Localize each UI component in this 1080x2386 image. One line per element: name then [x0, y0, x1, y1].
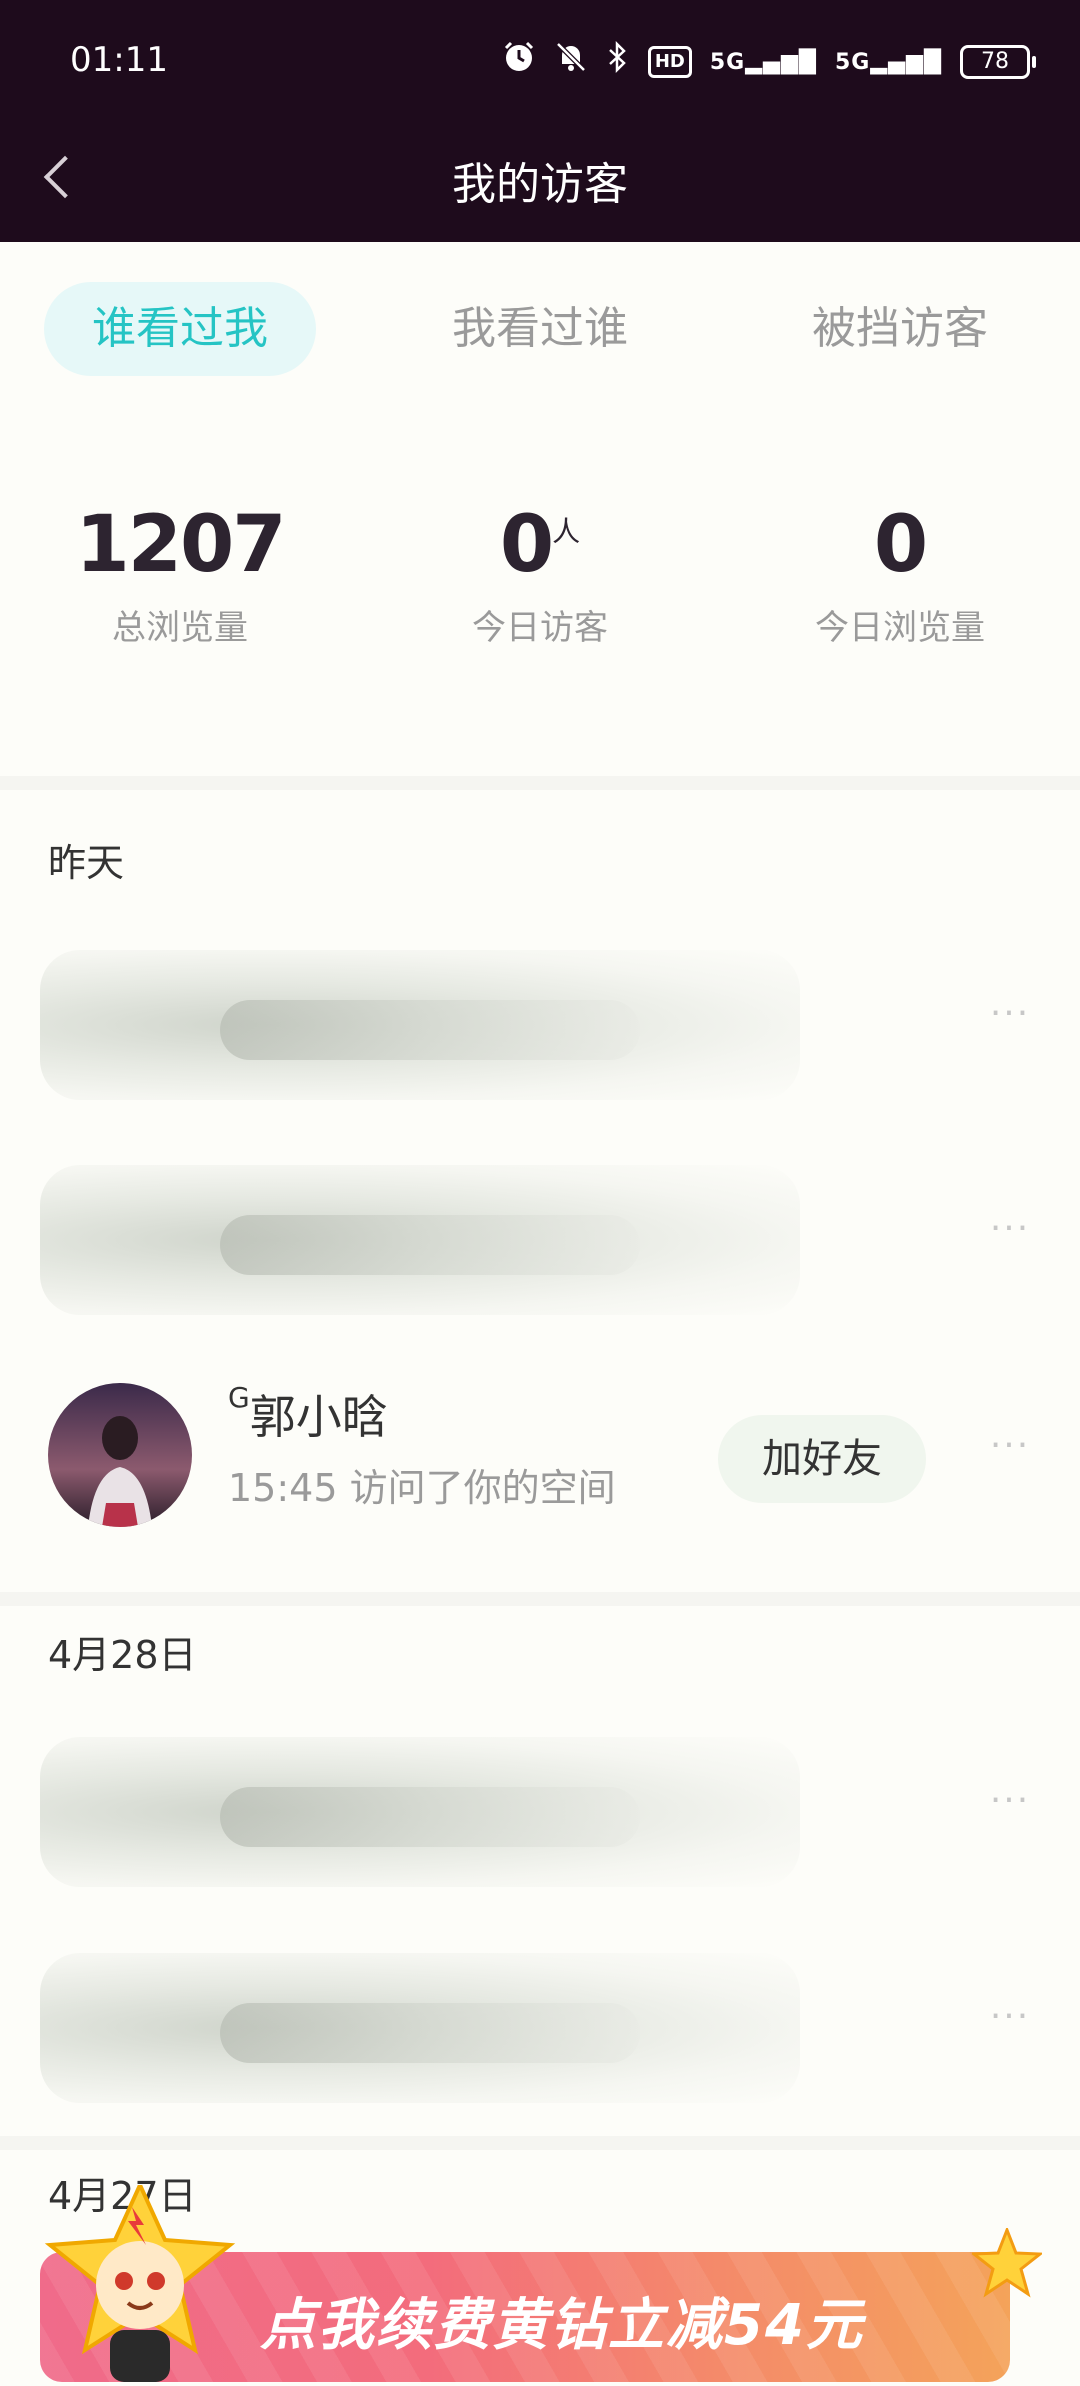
- visit-time: 15:45 访问了你的空间: [228, 1466, 616, 1510]
- add-friend-button[interactable]: 加好友: [718, 1415, 926, 1503]
- hd-icon: HD: [647, 46, 692, 78]
- stat-label: 今日浏览量: [815, 608, 985, 648]
- stat-label: 今日访客: [472, 608, 608, 648]
- more-icon[interactable]: ···: [980, 1780, 1040, 1840]
- more-icon[interactable]: ···: [980, 993, 1040, 1053]
- divider: [0, 1592, 1080, 1606]
- tab-who-viewed-me[interactable]: 谁看过我: [44, 282, 316, 376]
- battery-icon: 78: [960, 45, 1036, 79]
- list-item[interactable]: G郭小晗 15:45 访问了你的空间 加好友 ···: [0, 1345, 1080, 1565]
- nav-bar: 我的访客: [0, 120, 1080, 242]
- name-text: 郭小晗: [249, 1390, 388, 1444]
- page-title: 我的访客: [452, 159, 628, 210]
- divider: [0, 2136, 1080, 2150]
- stat-today-visitors: 0人 今日访客: [390, 500, 690, 649]
- signal-5g-icon: 5G▂▄▆█: [834, 49, 942, 75]
- blurred-visitor: [40, 1165, 800, 1315]
- list-item[interactable]: ···: [0, 935, 1080, 1115]
- blurred-visitor: [40, 1737, 800, 1887]
- tab-who-i-viewed[interactable]: 我看过谁: [404, 282, 676, 376]
- stat-value: 0: [873, 500, 928, 590]
- section-date: 4月28日: [48, 1633, 197, 1677]
- section-date: 昨天: [48, 841, 125, 885]
- signal-label: 5G: [834, 49, 871, 75]
- list-item[interactable]: ···: [0, 1150, 1080, 1330]
- bluetooth-icon: [606, 40, 630, 85]
- more-icon[interactable]: ···: [980, 1425, 1040, 1485]
- more-icon[interactable]: ···: [980, 1208, 1040, 1268]
- signal-label: 5G: [709, 49, 746, 75]
- divider: [0, 776, 1080, 790]
- status-icons: HD 5G▂▄▆█ 5G▂▄▆█ 78: [502, 40, 1036, 85]
- stat-total-views: 1207 总浏览量: [30, 500, 330, 649]
- banner-text: 点我续费黄钻立减54元: [260, 2293, 864, 2358]
- more-icon[interactable]: ···: [980, 1996, 1040, 2056]
- visitor-name[interactable]: G郭小晗: [228, 1381, 388, 1447]
- blurred-visitor: [40, 950, 800, 1100]
- stat-value: 1207: [75, 500, 286, 590]
- avatar[interactable]: [48, 1383, 192, 1527]
- stat-label: 总浏览量: [112, 608, 248, 648]
- stat-unit: 人: [552, 515, 581, 548]
- status-bar: 01:11 HD 5G▂▄▆█ 5G▂▄▆█ 78: [0, 0, 1080, 120]
- tab-blocked-visitors[interactable]: 被挡访客: [764, 282, 1036, 376]
- stats-panel: 1207 总浏览量 0人 今日访客 0 今日浏览量: [0, 500, 1080, 700]
- alarm-icon: [502, 40, 536, 85]
- list-item[interactable]: ···: [0, 1938, 1080, 2118]
- name-prefix: G: [228, 1381, 250, 1414]
- blurred-visitor: [40, 1953, 800, 2103]
- mascot-icon: [40, 2180, 240, 2382]
- status-time: 01:11: [70, 40, 168, 80]
- signal-5g-icon: 5G▂▄▆█: [709, 49, 817, 75]
- star-icon: [969, 2225, 1045, 2298]
- stat-value: 0: [499, 500, 554, 590]
- mute-icon: [554, 40, 588, 85]
- header-bar: 01:11 HD 5G▂▄▆█ 5G▂▄▆█ 78 我的访客: [0, 0, 1080, 242]
- stat-today-views: 0 今日浏览量: [750, 500, 1050, 649]
- list-item[interactable]: ···: [0, 1722, 1080, 1902]
- tab-bar: 谁看过我 我看过谁 被挡访客: [0, 242, 1080, 392]
